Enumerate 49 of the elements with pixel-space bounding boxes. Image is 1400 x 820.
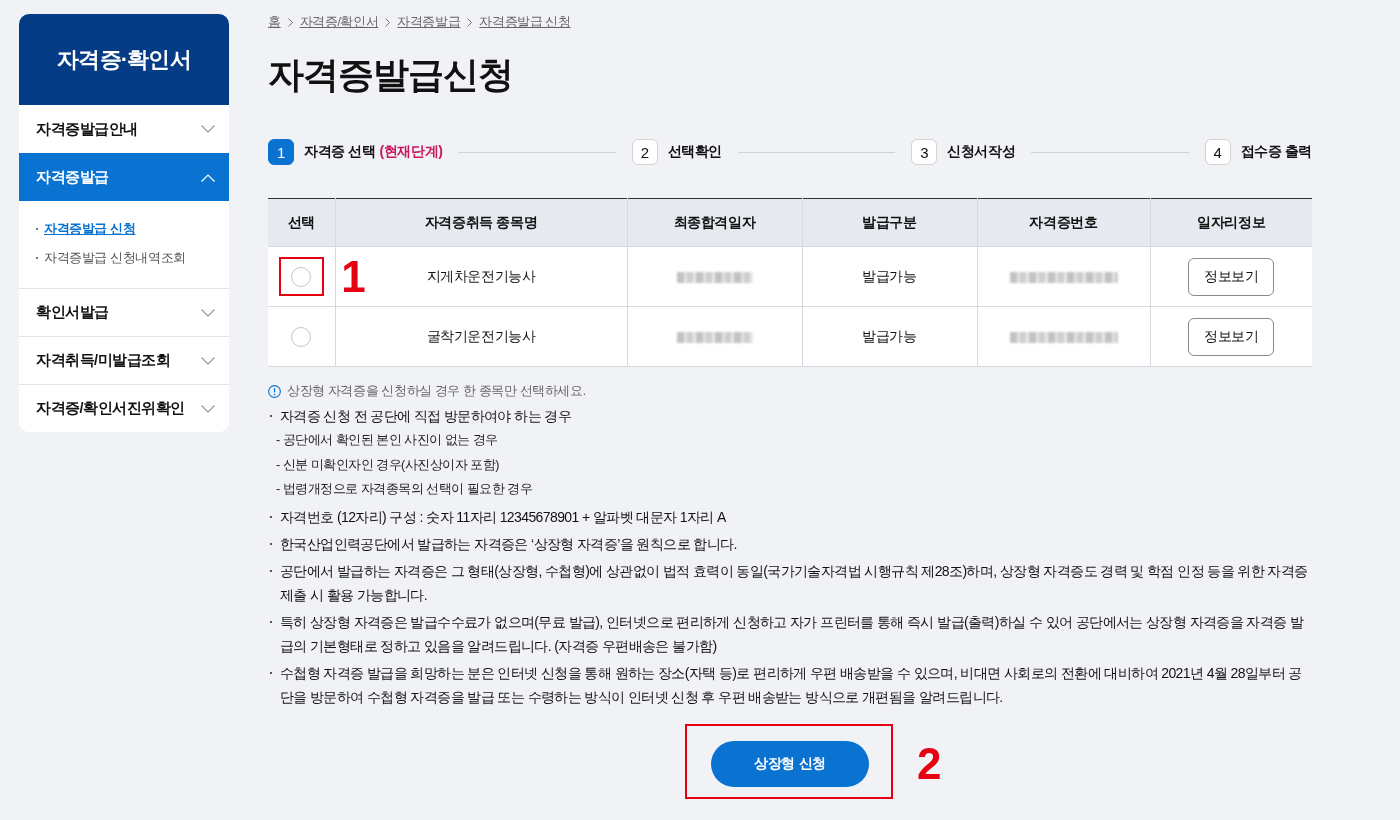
column-header: 자격증취득 종목명 [335, 198, 627, 247]
view-info-button[interactable]: 정보보기 [1188, 257, 1275, 296]
step-label: 자격증 선택 [304, 143, 376, 161]
annotation-number: 2 [917, 741, 942, 786]
column-header: 일자리정보 [1150, 198, 1312, 247]
column-header: 선택 [268, 198, 335, 247]
column-header: 최종합격일자 [627, 198, 802, 247]
table-cell: 발급가능 [802, 246, 977, 307]
note-text: 한국산업인력공단에서 발급하는 자격증은 ‘상장형 자격증’을 원칙으로 합니다. [280, 534, 738, 554]
annotation-number: 1 [341, 254, 366, 299]
view-info-button[interactable]: 정보보기 [1188, 317, 1275, 356]
column-header: 자격증번호 [977, 198, 1150, 247]
submenu-link[interactable]: 자격증발급 신청 [44, 219, 136, 238]
breadcrumb-link[interactable]: 자격증/확인서 [299, 14, 379, 31]
note-text: 자격증 신청 전 공단에 직접 방문하여야 하는 경우 [280, 407, 573, 426]
step-number: 3 [911, 139, 938, 165]
step-number: 1 [268, 139, 294, 165]
step-number: 2 [631, 139, 658, 165]
page-title: 자격증발급신청 [268, 53, 514, 97]
note-text: - 공단에서 확인된 본인 사진이 없는 경우 [276, 433, 498, 447]
note-text: 수첩형 자격증 발급을 희망하는 분은 인터넷 신청을 통해 원하는 장소(자택 등)로 편리하게 우편 배송받을 수 있으며, 비대면 사회로의 전환에 대비하여 2021년 4월 28일부터 공단을 방문하여 수첩형 자격증을 발급 또는 수령하는 방식이 인터넷 신청 후 우편 배송받는 방식으로 개편됨을 알려드립니다. [280, 663, 1303, 707]
breadcrumb-link[interactable]: 자격증발급 [397, 14, 461, 31]
note-text: - 신분 미확인자인 경우(사진상이자 포함) [276, 457, 499, 472]
annotation-frame [279, 256, 325, 296]
breadcrumb-link[interactable]: 자격증발급 신청 [479, 14, 571, 31]
alert-icon [268, 385, 281, 398]
column-header: 발급구분 [802, 198, 977, 247]
note-text: - 법령개정으로 자격종목의 선택이 필요한 경우 [276, 482, 533, 496]
sidebar-item[interactable]: 자격증발급 [19, 153, 229, 201]
step-status: (현재단계) [379, 143, 443, 161]
submenu-link[interactable]: 자격증발급 신청내역조회 [44, 248, 186, 267]
note-text: 공단에서 발급하는 자격증은 그 형태(상장형, 수첩형)에 상관없이 법적 효력이 동일(국가기술자격법 시행규칙 제28조)하며, 상장형 자격증도 경력 및 학점 인정 등을 위한 자격증 제출 시 활용 가능합니다. [280, 561, 1309, 605]
chevron-right-icon [467, 18, 473, 27]
radio-button[interactable] [291, 266, 312, 287]
step-label: 접수증 출력 [1240, 143, 1312, 161]
table-cell: 굴착기운전기능사 [335, 306, 627, 367]
radio-button[interactable] [291, 326, 312, 347]
notice-text: 상장형 자격증을 신청하실 경우 한 종목만 선택하세요. [287, 383, 586, 400]
step-label: 신청서작성 [947, 143, 1016, 161]
apply-button[interactable]: 상장형 신청 [711, 740, 869, 787]
chevron-right-icon [385, 18, 391, 27]
note-text: 특히 상장형 자격증은 발급수수료가 없으며(무료 발급), 인터넷으로 편리하게 신청하고 자가 프린터를 통해 즉시 발급(출력)하실 수 있어 공단에서는 상장형 자격증을 자격증 발급의 기본형태로 정하고 있음을 알려드립니다. (자격증 우편배송은 불가함) [280, 612, 1305, 656]
breadcrumb-link[interactable]: 홈 [268, 14, 281, 31]
step-number: 4 [1204, 139, 1231, 165]
chevron-right-icon [287, 18, 293, 27]
table-cell: 발급가능 [802, 306, 977, 367]
sidebar-header: 자격증·확인서 [19, 14, 229, 105]
note-text: 자격번호 (12자리) 구성 : 숫자 11자리 12345678901 + 알파벳 대문자 1자리 A [280, 507, 727, 527]
step-label: 선택확인 [667, 143, 723, 161]
